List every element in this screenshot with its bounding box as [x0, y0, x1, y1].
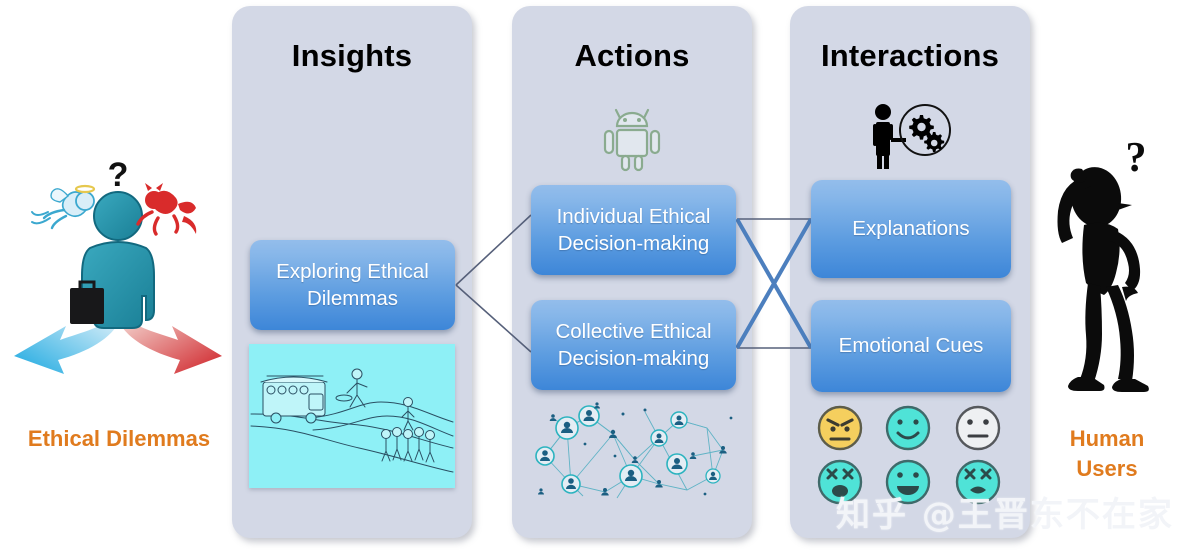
box-label: Explanations — [852, 217, 970, 241]
connector-exploring-individual — [455, 214, 532, 286]
box-label: Emotional Cues — [838, 334, 984, 358]
box-label: Individual Ethical Decision-making — [556, 204, 711, 255]
watermark-text: 知乎 @王晋东不在家 — [836, 495, 1174, 535]
box-label: Exploring Ethical Dilemmas — [276, 259, 429, 310]
box-label: Collective Ethical Decision-making — [555, 319, 712, 370]
box-individual-ethical-decision-making[interactable]: Individual Ethical Decision-making — [531, 185, 736, 275]
box-explanations[interactable]: Explanations — [811, 180, 1011, 278]
box-collective-ethical-decision-making[interactable]: Collective Ethical Decision-making — [531, 300, 736, 390]
connector-exploring-collective — [455, 284, 532, 353]
diagram-canvas: Insights Actions Interactions Exploring … — [0, 0, 1180, 554]
box-emotional-cues[interactable]: Emotional Cues — [811, 300, 1011, 392]
box-exploring-ethical-dilemmas[interactable]: Exploring Ethical Dilemmas — [250, 240, 455, 330]
